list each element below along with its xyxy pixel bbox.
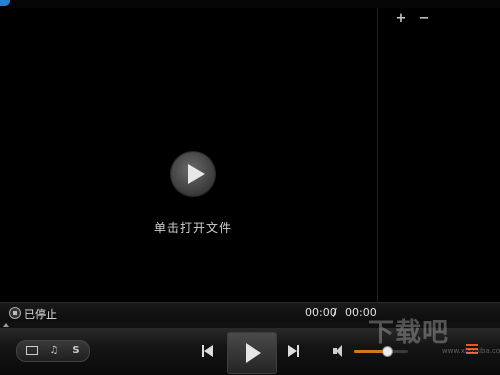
volume-slider[interactable] — [354, 346, 408, 357]
music-mode-button[interactable]: ♫ — [44, 343, 64, 359]
time-separator: / — [333, 306, 337, 319]
previous-triangle — [204, 345, 213, 357]
s-mode-button[interactable]: S — [66, 343, 86, 359]
stopped-icon — [9, 307, 21, 319]
watermark-logo: 下载吧 — [368, 318, 450, 348]
playback-status: 已停止 — [24, 308, 57, 321]
playlist-panel: + − — [377, 8, 500, 302]
next-bar — [297, 345, 299, 357]
next-button[interactable] — [283, 341, 303, 361]
watermark-url: www.xiazaiba.com — [442, 347, 500, 355]
speaker-cone — [336, 345, 342, 357]
current-time: 00:00 — [305, 306, 337, 319]
play-icon — [246, 343, 261, 363]
speaker-icon[interactable] — [333, 344, 347, 358]
next-icon — [288, 345, 297, 357]
s-icon: S — [72, 345, 80, 356]
view-mode-group: ♫ S — [16, 340, 90, 362]
app-logo-icon — [0, 0, 10, 6]
big-play-icon[interactable] — [171, 152, 215, 196]
play-button[interactable] — [227, 332, 277, 374]
video-area[interactable]: 单击打开文件 — [0, 8, 376, 302]
add-file-button[interactable]: + — [394, 11, 408, 26]
music-note-icon: ♫ — [49, 345, 59, 356]
previous-button[interactable] — [198, 341, 218, 361]
title-bar — [0, 0, 500, 8]
remove-file-button[interactable]: − — [417, 11, 431, 26]
seek-handle-icon[interactable] — [3, 323, 9, 327]
monitor-mode-button[interactable] — [22, 343, 42, 359]
open-file-label[interactable]: 单击打开文件 — [140, 219, 246, 236]
playlist-line — [466, 344, 478, 346]
monitor-icon — [26, 346, 38, 355]
